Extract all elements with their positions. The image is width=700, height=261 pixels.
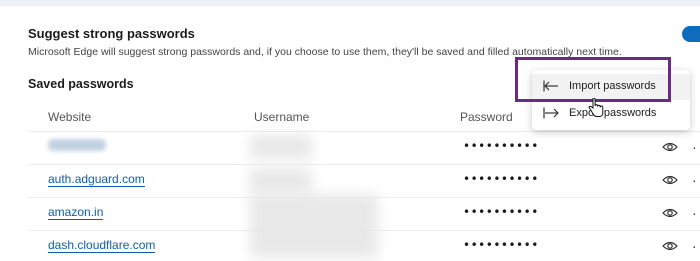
table-row-website-blurred[interactable]	[48, 139, 106, 151]
table-row-password: ••••••••••	[463, 238, 539, 252]
export-arrow-icon	[543, 107, 559, 119]
export-passwords-label: Export passwords	[569, 107, 657, 119]
hand-pointer-icon	[588, 98, 604, 117]
table-row-website[interactable]: amazon.in	[48, 205, 104, 220]
table-row-website[interactable]: auth.adguard.com	[48, 172, 145, 187]
row-more-options[interactable]: ·	[692, 206, 697, 220]
eye-icon[interactable]	[662, 207, 678, 219]
row-more-options[interactable]: ·	[692, 140, 697, 154]
eye-icon[interactable]	[662, 141, 678, 153]
table-row-website[interactable]: dash.cloudflare.com	[48, 238, 156, 253]
column-header-password[interactable]: Password	[460, 110, 513, 124]
row-more-options[interactable]: ·	[692, 173, 697, 187]
table-row-password: ••••••••••	[463, 205, 539, 219]
suggest-passwords-title: Suggest strong passwords	[28, 26, 195, 41]
table-row-password: ••••••••••	[463, 139, 539, 153]
table-row-password: ••••••••••	[463, 172, 539, 186]
table-row-username-blurred	[250, 135, 312, 159]
row-more-options[interactable]: ·	[692, 239, 697, 253]
highlight-box	[515, 57, 671, 102]
suggest-passwords-toggle[interactable]	[682, 26, 700, 42]
eye-icon[interactable]	[662, 240, 678, 252]
row-divider	[28, 131, 700, 132]
eye-icon[interactable]	[662, 174, 678, 186]
column-header-username[interactable]: Username	[254, 110, 309, 124]
saved-passwords-title: Saved passwords	[28, 77, 134, 91]
table-row-username-blurred	[250, 194, 378, 258]
export-passwords-menu-item[interactable]: Export passwords	[532, 101, 690, 127]
column-header-website[interactable]: Website	[48, 110, 91, 124]
row-divider	[28, 164, 700, 165]
table-row-username-blurred	[250, 168, 312, 194]
